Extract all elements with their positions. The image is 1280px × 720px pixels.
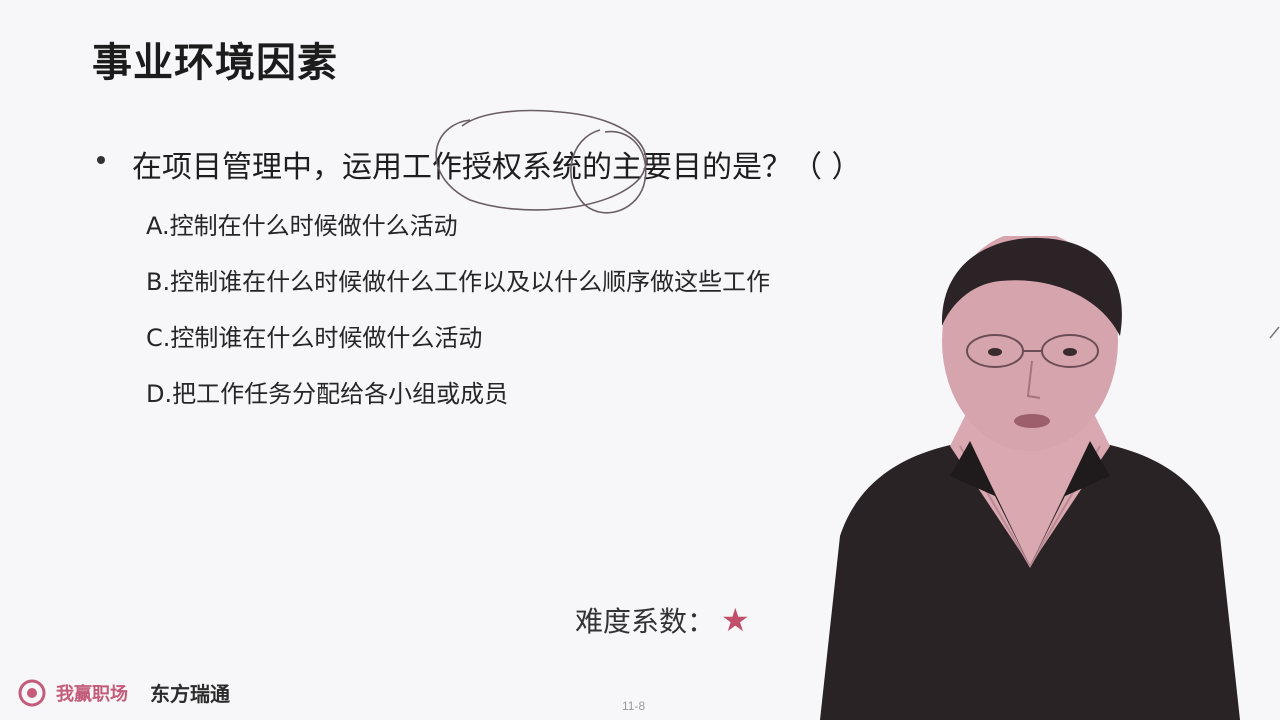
edge-chevron-icon [1269,326,1280,339]
option-a[interactable]: A.控制在什么时候做什么活动 [146,210,770,266]
footer-logos: 我赢职场 东方瑞通 [18,678,230,707]
difficulty-rating: 难度系数： ★ [575,600,750,640]
brand-logo-icon [18,679,46,706]
difficulty-label: 难度系数： [575,605,716,638]
brand-logo-text-1: 我赢职场 [56,683,128,705]
answer-options: A.控制在什么时候做什么活动 B.控制谁在什么时候做什么工作以及以什么顺序做这些… [146,210,770,434]
brand-logo-text-2: 东方瑞通 [150,682,230,706]
option-c[interactable]: C.控制谁在什么时候做什么活动 [146,322,770,378]
question-text: 在项目管理中，运用工作授权系统的主要目的是？（ ） [132,150,862,185]
presenter-video [820,236,1240,720]
option-d[interactable]: D.把工作任务分配给各小组或成员 [146,378,770,434]
slide: 事业环境因素 在项目管理中，运用工作授权系统的主要目的是？（ ） A.控制在什么… [0,0,1280,720]
page-number: 11-8 [622,699,646,713]
bullet-dot [97,156,105,164]
slide-title: 事业环境因素 [92,40,338,86]
option-b[interactable]: B.控制谁在什么时候做什么工作以及以什么顺序做这些工作 [146,266,770,322]
star-icon: ★ [721,601,750,639]
